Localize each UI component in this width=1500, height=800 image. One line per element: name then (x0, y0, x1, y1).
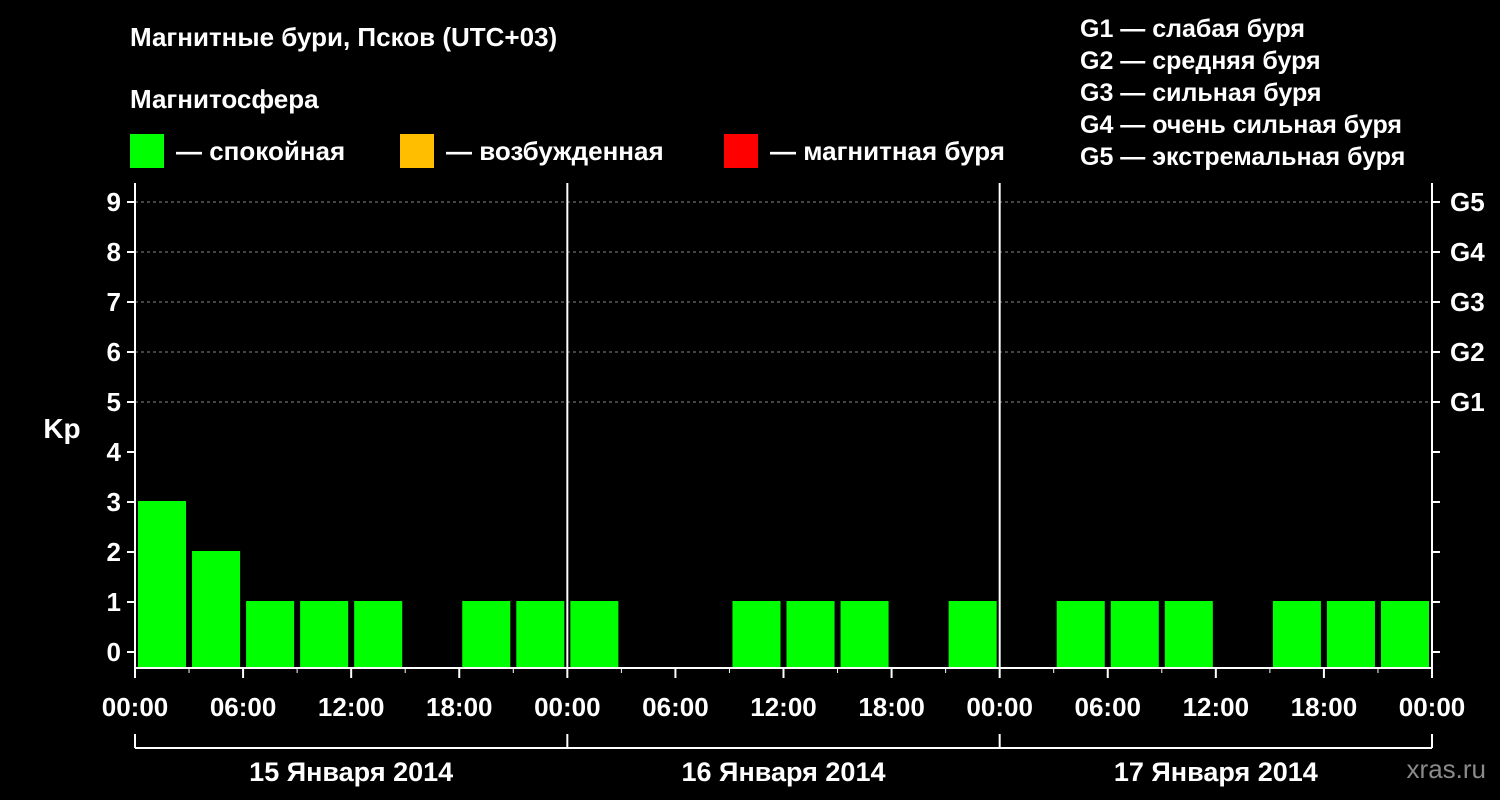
kp-bar (192, 551, 241, 668)
x-tick-label: 00:00 (534, 692, 601, 722)
kp-bar (354, 601, 403, 668)
x-tick-label: 06:00 (642, 692, 709, 722)
x-tick-label: 12:00 (318, 692, 385, 722)
y-tick-label: 9 (107, 187, 121, 217)
x-tick-label: 06:00 (210, 692, 277, 722)
g-level-tick-label: G3 (1450, 287, 1485, 317)
kp-bar (732, 601, 781, 668)
x-tick-label: 12:00 (750, 692, 817, 722)
x-tick-label: 00:00 (1399, 692, 1466, 722)
day-label: 16 Января 2014 (682, 757, 886, 787)
y-tick-label: 3 (107, 487, 121, 517)
x-tick-label: 06:00 (1075, 692, 1142, 722)
x-tick-label: 00:00 (102, 692, 169, 722)
y-tick-label: 6 (107, 337, 121, 367)
x-tick-label: 18:00 (858, 692, 925, 722)
kp-bar (516, 601, 565, 668)
day-label: 15 Января 2014 (249, 757, 453, 787)
x-tick-label: 18:00 (1291, 692, 1358, 722)
kp-bar (246, 601, 295, 668)
y-axis-label: Kp (43, 413, 80, 444)
y-tick-label: 0 (107, 637, 121, 667)
g-level-tick-label: G1 (1450, 387, 1485, 417)
y-tick-label: 8 (107, 237, 121, 267)
g-level-tick-label: G4 (1450, 237, 1485, 267)
kp-chart: 0 1 2 3 4 5 6 7 8 9 G1 G2 G3 G4 G5 Kp 00:00 06:00 12:00 18:… (43, 183, 1485, 787)
kp-bar (1380, 601, 1429, 668)
y-tick-label: 2 (107, 537, 121, 567)
kp-bar (1056, 601, 1105, 668)
x-tick-label: 12:00 (1183, 692, 1250, 722)
kp-bar (840, 601, 889, 668)
kp-bar (1326, 601, 1375, 668)
kp-bar (1272, 601, 1321, 668)
kp-bar (1164, 601, 1213, 668)
y-tick-label: 4 (107, 437, 122, 467)
kp-bar (138, 501, 187, 668)
kp-bar (1110, 601, 1159, 668)
x-tick-label: 18:00 (426, 692, 493, 722)
kp-bar (300, 601, 349, 668)
kp-bar (786, 601, 835, 668)
x-tick-label: 00:00 (966, 692, 1033, 722)
kp-bar (948, 601, 997, 668)
kp-bar (462, 601, 511, 668)
y-tick-label: 7 (107, 287, 121, 317)
y-tick-label: 1 (107, 587, 121, 617)
g-level-tick-label: G5 (1450, 187, 1485, 217)
watermark: xras.ru (1406, 754, 1486, 784)
y-tick-label: 5 (107, 387, 121, 417)
kp-bar (570, 601, 619, 668)
day-label: 17 Января 2014 (1114, 757, 1318, 787)
g-level-tick-label: G2 (1450, 337, 1485, 367)
